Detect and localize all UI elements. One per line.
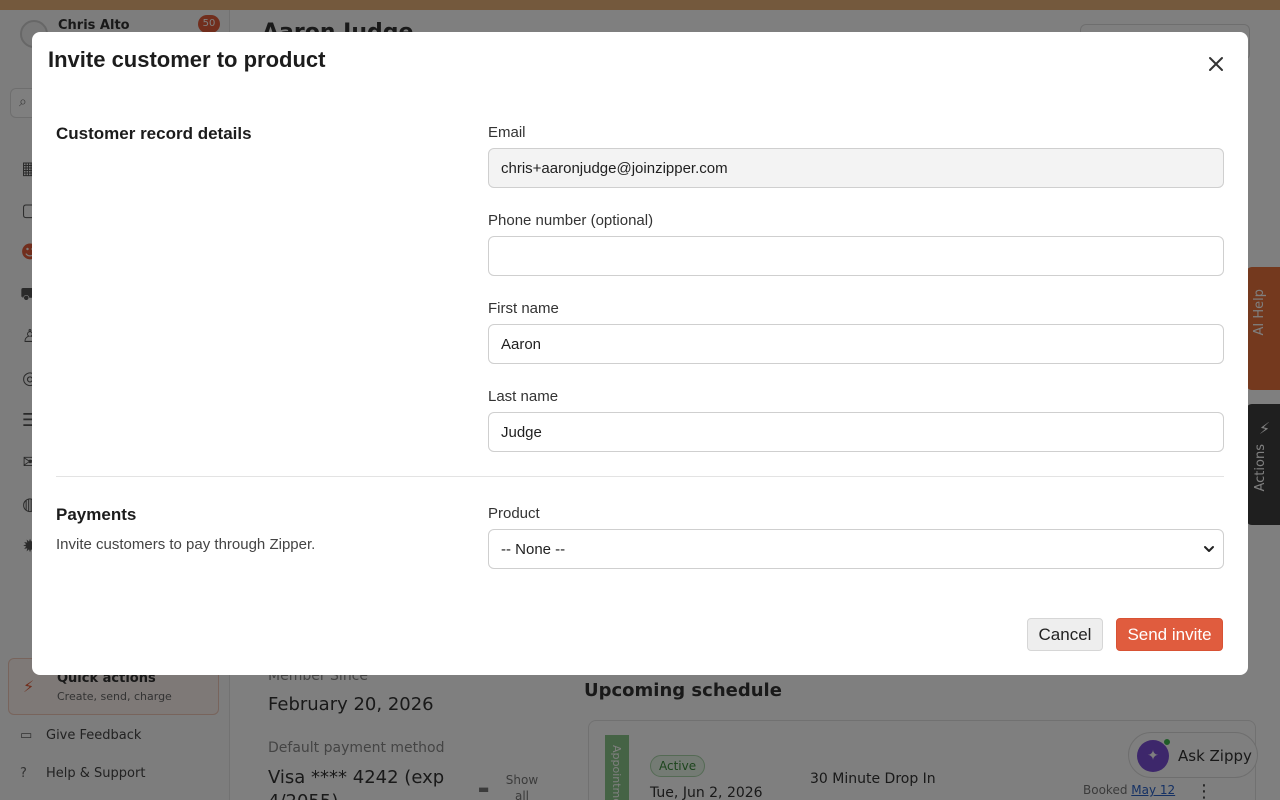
close-button[interactable] [1202, 50, 1230, 78]
section-divider [56, 476, 1224, 477]
customer-section-heading: Customer record details [56, 124, 252, 143]
last-name-label: Last name [488, 388, 559, 405]
product-label: Product [488, 505, 540, 522]
product-select[interactable]: -- None -- [488, 529, 1224, 569]
email-field[interactable] [488, 148, 1224, 188]
payments-section-heading: Payments [56, 505, 137, 524]
first-name-field[interactable] [488, 324, 1224, 364]
send-invite-button[interactable]: Send invite [1116, 618, 1223, 651]
last-name-field[interactable] [488, 412, 1224, 452]
phone-field[interactable] [488, 236, 1224, 276]
chevron-down-icon [1204, 546, 1214, 552]
invite-customer-modal: Invite customer to product Customer reco… [32, 32, 1248, 675]
product-select-value: -- None -- [501, 541, 566, 558]
modal-title: Invite customer to product [48, 47, 326, 72]
cancel-button[interactable]: Cancel [1027, 618, 1103, 651]
payments-section-description: Invite customers to pay through Zipper. [56, 536, 316, 553]
email-label: Email [488, 124, 526, 141]
phone-label: Phone number (optional) [488, 212, 654, 229]
close-icon [1209, 57, 1223, 71]
first-name-label: First name [488, 300, 559, 317]
